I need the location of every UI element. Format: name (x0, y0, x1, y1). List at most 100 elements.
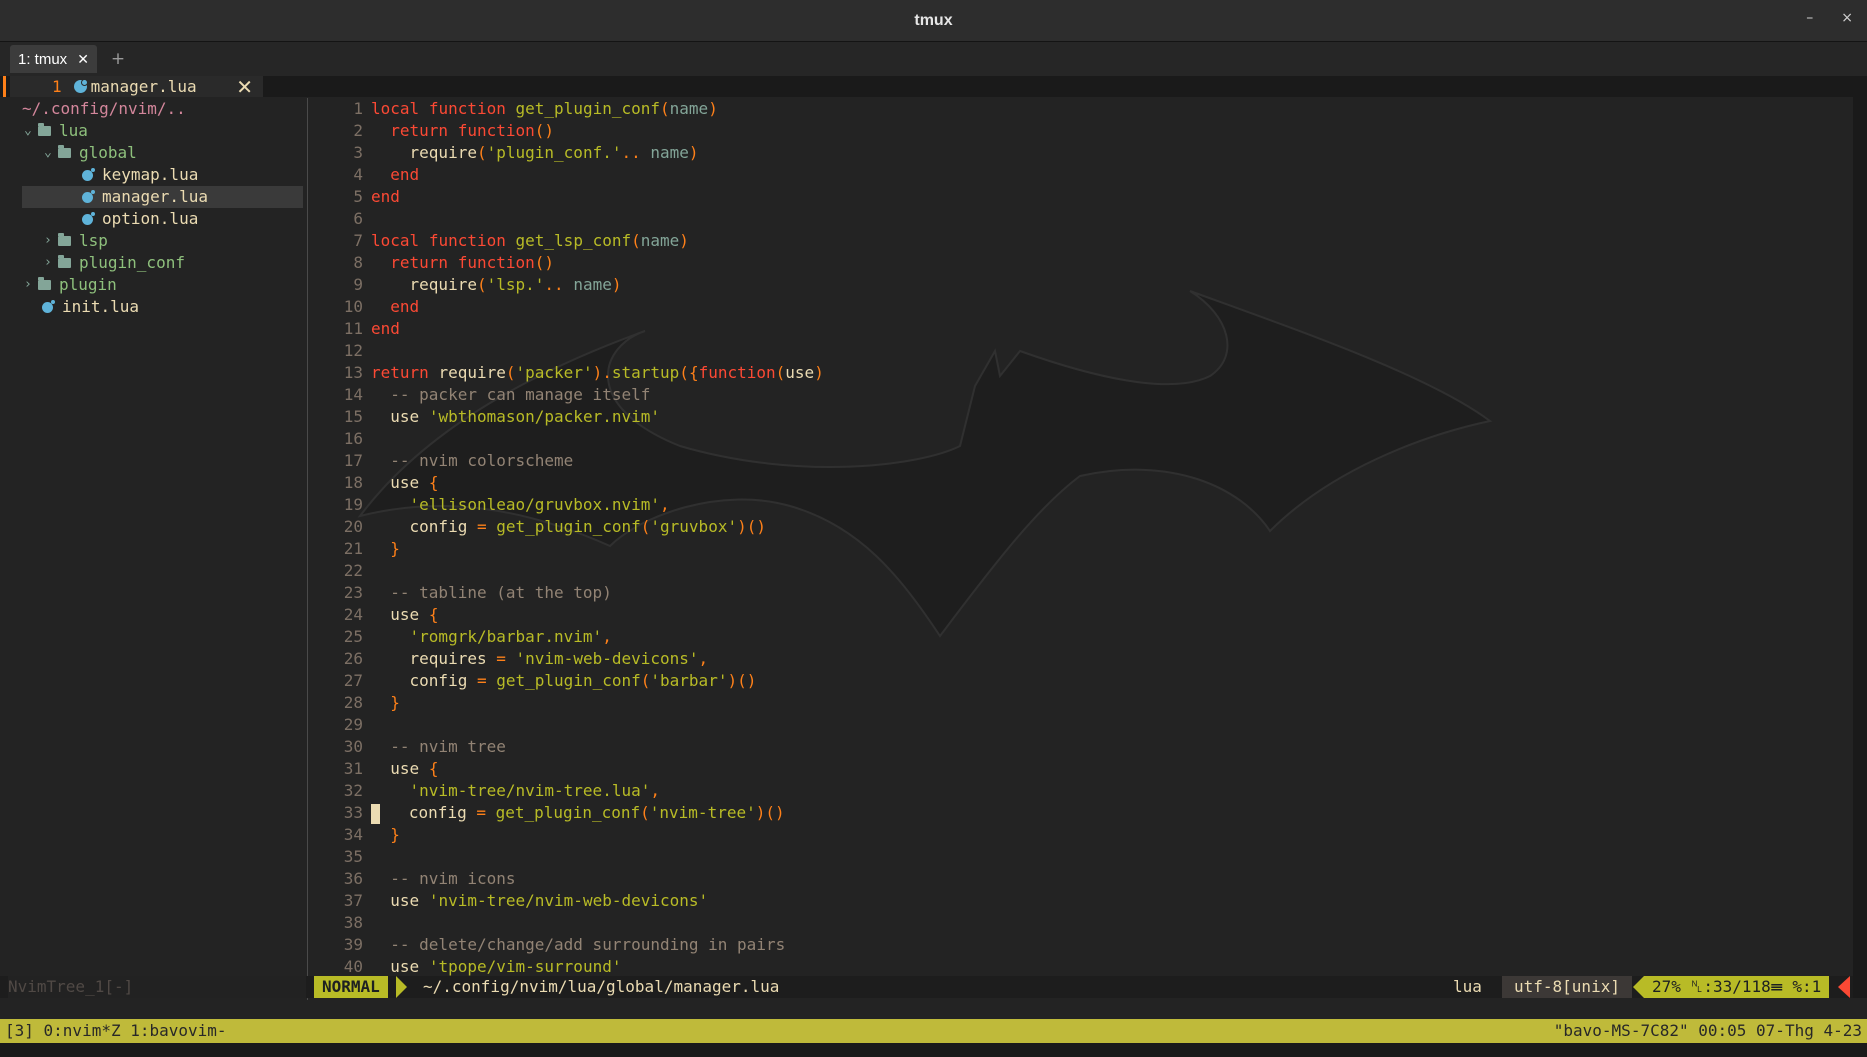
buffer-tab[interactable]: 1 manager.lua ✕ (10, 76, 263, 99)
code-line[interactable]: 17 -- nvim colorscheme (308, 450, 574, 472)
tree-item-lsp[interactable]: › lsp (44, 230, 108, 252)
code-line[interactable]: 24 use { (308, 604, 439, 626)
code-line[interactable]: 25 'romgrk/barbar.nvim', (308, 626, 612, 648)
tree-item-label: plugin_conf (79, 253, 185, 272)
line-number: 40 (343, 957, 363, 976)
code-line[interactable]: 23 -- tabline (at the top) (308, 582, 612, 604)
buffer-close-icon[interactable]: ✕ (236, 76, 253, 99)
tree-root[interactable]: ~/.config/nvim/.. (22, 98, 186, 120)
cursor-position: 27% ␤:33/118☰ %:1 (1644, 976, 1830, 998)
tree-item-keymap[interactable]: keymap.lua (82, 164, 198, 186)
tab-label: 1: tmux (18, 50, 68, 68)
line-number: 27 (343, 671, 363, 690)
code-line[interactable]: 16 (308, 428, 371, 450)
minimize-icon[interactable]: – (1806, 10, 1813, 26)
tree-item-plugin-conf[interactable]: › plugin_conf (44, 252, 185, 274)
window-titlebar: tmux – × (0, 0, 1867, 42)
right-gutter (1853, 76, 1867, 998)
tab-close-icon[interactable]: ✕ (77, 51, 89, 68)
code-line[interactable]: 20 config = get_plugin_conf('gruvbox')() (308, 516, 766, 538)
filetype-label: lua (1453, 977, 1482, 996)
code-line[interactable]: 32 'nvim-tree/nvim-tree.lua', (308, 780, 660, 802)
code-line[interactable]: 33 config = get_plugin_conf('nvim-tree')… (308, 802, 785, 824)
tree-item-label: global (79, 143, 137, 162)
statusline: NvimTree_1[-] NORMAL ~/.config/nvim/lua/… (0, 976, 1853, 998)
lua-file-icon (82, 211, 95, 225)
code-line[interactable]: 39 -- delete/change/add surrounding in p… (308, 934, 785, 956)
code-line[interactable]: 2 return function() (308, 120, 554, 142)
mode-indicator: NORMAL (314, 976, 388, 998)
code-line[interactable]: 13 return require('packer').startup({func… (308, 362, 824, 384)
code-line[interactable]: 34 } (308, 824, 400, 846)
lua-file-icon (82, 189, 95, 203)
line-number: 38 (343, 913, 363, 932)
tree-item-global[interactable]: ⌄ global (44, 142, 137, 164)
line-number: 16 (343, 429, 363, 448)
buffer-accent (3, 76, 6, 97)
code-line[interactable]: 3 require('plugin_conf.'.. name) (308, 142, 698, 164)
tree-item-plugin[interactable]: › plugin (24, 274, 117, 296)
line-number: 11 (343, 319, 363, 338)
close-window-icon[interactable]: × (1841, 10, 1853, 26)
line-number: 36 (343, 869, 363, 888)
code-line[interactable]: 30 -- nvim tree (308, 736, 506, 758)
code-line[interactable]: 40 use 'tpope/vim-surround' (308, 956, 622, 978)
chevron-down-icon: ⌄ (44, 145, 52, 160)
chevron-right-icon: › (44, 233, 52, 248)
code-line[interactable]: 14 -- packer can manage itself (308, 384, 651, 406)
line-number: 7 (353, 231, 363, 250)
folder-icon (58, 233, 71, 246)
line-number: 22 (343, 561, 363, 580)
code-line[interactable]: 10 end (308, 296, 419, 318)
code-line[interactable]: 37 use 'nvim-tree/nvim-web-devicons' (308, 890, 708, 912)
code-line[interactable]: 7 local function get_lsp_conf(name) (308, 230, 689, 252)
code-line[interactable]: 8 return function() (308, 252, 554, 274)
tree-item-label: lsp (79, 231, 108, 250)
code-line[interactable]: 29 (308, 714, 371, 736)
line-number: 35 (343, 847, 363, 866)
code-line[interactable]: 19 'ellisonleao/gruvbox.nvim', (308, 494, 670, 516)
window-controls: – × (1806, 10, 1853, 26)
line-number: 32 (343, 781, 363, 800)
code-line[interactable]: 38 (308, 912, 371, 934)
code-line[interactable]: 1 local function get_plugin_conf(name) (308, 98, 717, 120)
line-number: 14 (343, 385, 363, 404)
code-line[interactable]: 22 (308, 560, 371, 582)
line-number: 31 (343, 759, 363, 778)
code-line[interactable]: 12 (308, 340, 371, 362)
tree-item-label: init.lua (62, 297, 140, 316)
code-line[interactable]: 6 (308, 208, 371, 230)
line-number: 8 (353, 253, 363, 272)
code-line[interactable]: 21 } (308, 538, 400, 560)
code-line[interactable]: 35 (308, 846, 371, 868)
line-number: 12 (343, 341, 363, 360)
terminal-area: 1 manager.lua ✕ ~/.config/nvim/.. ⌄ lua … (0, 76, 1867, 1057)
code-line[interactable]: 4 end (308, 164, 419, 186)
code-line[interactable]: 11 end (308, 318, 400, 340)
terminal-bottom-padding (0, 1043, 1867, 1057)
code-line[interactable]: 36 -- nvim icons (308, 868, 516, 890)
folder-icon (38, 123, 51, 136)
tree-item-init[interactable]: init.lua (42, 296, 139, 318)
tmux-windows[interactable]: [3] 0:nvim*Z 1:bavovim- (5, 1019, 227, 1043)
tree-item-lua[interactable]: ⌄ lua (24, 120, 88, 142)
tree-item-manager[interactable]: manager.lua (22, 186, 303, 208)
code-line[interactable]: 28 } (308, 692, 400, 714)
code-line[interactable]: 18 use { (308, 472, 439, 494)
tab-tmux[interactable]: 1: tmux ✕ (10, 45, 97, 73)
code-line[interactable]: 31 use { (308, 758, 439, 780)
buffer-number: 1 (52, 77, 62, 96)
code-line[interactable]: 15 use 'wbthomason/packer.nvim' (308, 406, 660, 428)
code-line[interactable]: 26 requires = 'nvim-web-devicons', (308, 648, 708, 670)
tree-item-option[interactable]: option.lua (82, 208, 198, 230)
lua-file-icon (73, 79, 88, 93)
line-number: 17 (343, 451, 363, 470)
code-line[interactable]: 27 config = get_plugin_conf('barbar')() (308, 670, 757, 692)
new-tab-icon[interactable]: + (111, 49, 125, 69)
code-line[interactable]: 5 end (308, 186, 400, 208)
chevron-right-icon: › (44, 255, 52, 270)
buffer-line: 1 manager.lua ✕ (0, 76, 1853, 99)
code-line[interactable]: 9 require('lsp.'.. name) (308, 274, 621, 296)
line-number: 15 (343, 407, 363, 426)
line-number: 9 (353, 275, 363, 294)
